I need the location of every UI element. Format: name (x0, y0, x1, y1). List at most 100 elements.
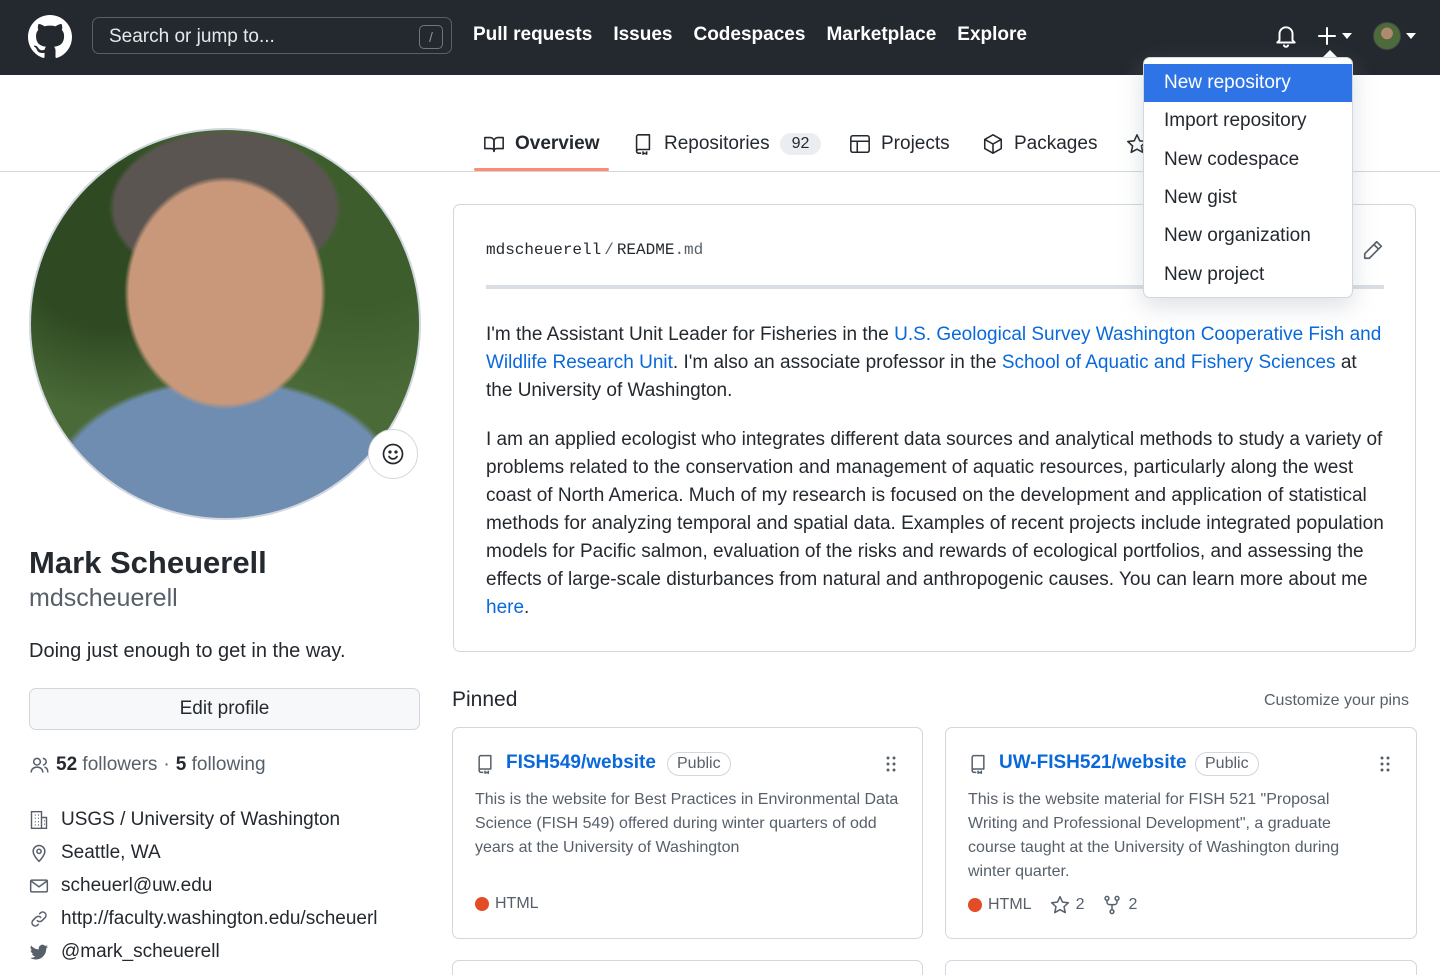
fork-icon (1104, 895, 1121, 915)
tab-repositories-label: Repositories (664, 133, 770, 154)
pinned-repo-card: FISH549/website Public This is the websi… (452, 727, 923, 939)
readme-paragraph-2: I am an applied ecologist who integrates… (486, 426, 1386, 622)
readme-text: I'm the Assistant Unit Leader for Fisher… (486, 324, 895, 345)
profile-twitter: @mark_scheuerell (29, 941, 220, 963)
language-label: HTML (495, 895, 539, 912)
pinned-repo-card-partial (452, 960, 923, 975)
nav-marketplace[interactable]: Marketplace (826, 24, 936, 46)
nav-codespaces[interactable]: Codespaces (693, 24, 805, 46)
menu-item-new-codespace[interactable]: New codespace (1144, 141, 1352, 179)
menu-item-new-gist[interactable]: New gist (1144, 179, 1352, 217)
menu-item-new-project[interactable]: New project (1144, 256, 1352, 294)
tab-overview[interactable]: Overview (483, 127, 600, 161)
tab-repositories[interactable]: Repositories 92 (632, 127, 822, 161)
pinned-repo-meta: HTML 2 2 (968, 895, 1137, 915)
people-icon (30, 757, 49, 773)
pinned-repo-link[interactable]: UW-FISH521/website (999, 752, 1187, 774)
pinned-repo-description: This is the website for Best Practices i… (475, 791, 899, 856)
customize-pins-link[interactable]: Customize your pins (1264, 692, 1409, 710)
readme-owner-link[interactable]: mdscheuerell (486, 241, 601, 259)
organization-text: USGS / University of Washington (61, 809, 341, 830)
tab-overview-label: Overview (515, 133, 600, 154)
following-link[interactable]: 5 following (176, 754, 266, 776)
repo-icon (971, 754, 985, 774)
visibility-badge: Public (667, 752, 731, 776)
location-icon (32, 844, 46, 863)
nav-explore[interactable]: Explore (957, 24, 1027, 46)
link-icon (31, 911, 47, 927)
plus-icon[interactable] (1316, 24, 1338, 48)
github-logo-icon[interactable] (28, 15, 72, 59)
follow-separator: · (163, 754, 170, 775)
pinned-repo-link[interactable]: FISH549/website (506, 752, 656, 774)
menu-item-import-repository[interactable]: Import repository (1144, 102, 1352, 140)
bell-icon[interactable] (1273, 23, 1299, 49)
organization-icon (30, 810, 48, 830)
stargazers-link[interactable]: 2 (1050, 895, 1085, 915)
email-link[interactable]: scheuerl@uw.edu (61, 875, 212, 897)
pinned-repo-card-partial (945, 960, 1417, 975)
readme-text: . I'm also an associate professor in the (672, 352, 1002, 373)
profile-website: http://faculty.washington.edu/scheuerl (29, 908, 378, 930)
search-placeholder: Search or jump to... (109, 26, 275, 47)
followers-label: followers (82, 754, 158, 775)
twitter-link[interactable]: @mark_scheuerell (61, 941, 220, 963)
nav-pull-requests[interactable]: Pull requests (473, 24, 592, 46)
stars-count: 2 (1075, 896, 1085, 913)
visibility-badge: Public (1195, 752, 1259, 776)
readme-text: . (524, 597, 530, 618)
followers-link[interactable]: 52 followers (56, 754, 157, 776)
pinned-heading: Pinned (452, 688, 518, 711)
website-link[interactable]: http://faculty.washington.edu/scheuerl (61, 908, 378, 930)
profile-location: Seattle, WA (29, 842, 161, 864)
follow-stats: 52 followers · 5 following (29, 754, 266, 776)
grabber-icon[interactable] (1378, 755, 1392, 773)
pinned-repo-description: This is the website material for FISH 52… (968, 791, 1340, 880)
top-nav: Pull requests Issues Codespaces Marketpl… (473, 24, 1027, 46)
repositories-count-badge: 92 (779, 133, 822, 155)
tab-selected-underline (474, 168, 609, 171)
learn-more-link[interactable]: here (486, 597, 524, 618)
tab-projects[interactable]: Projects (849, 127, 950, 161)
profile-bio: Doing just enough to get in the way. (29, 640, 346, 662)
grabber-icon[interactable] (884, 755, 898, 773)
readme-text: I am an applied ecologist who integrates… (486, 429, 1384, 590)
mail-icon (29, 879, 49, 893)
star-icon (1050, 895, 1069, 914)
nav-issues[interactable]: Issues (613, 24, 672, 46)
profile-login: mdscheuerell (29, 584, 178, 612)
safs-link[interactable]: School of Aquatic and Fishery Sciences (1002, 352, 1336, 373)
smiley-icon (382, 443, 404, 465)
search-shortcut-key: / (419, 25, 443, 49)
readme-paragraph-1: I'm the Assistant Unit Leader for Fisher… (486, 321, 1386, 405)
pinned-repo-card: UW-FISH521/website Public This is the we… (945, 727, 1417, 939)
readme-path: mdscheuerell / README.md (486, 241, 703, 259)
profile-avatar[interactable] (29, 128, 421, 520)
pencil-icon[interactable] (1362, 239, 1384, 261)
tab-packages-label: Packages (1014, 133, 1098, 154)
package-icon (983, 134, 1003, 154)
repo-icon (635, 134, 651, 155)
menu-item-new-organization[interactable]: New organization (1144, 217, 1352, 255)
table-icon (850, 134, 870, 154)
tab-packages[interactable]: Packages (982, 127, 1097, 161)
set-status-button[interactable] (368, 429, 418, 479)
language-label: HTML (988, 896, 1032, 913)
readme-path-separator: / (604, 241, 614, 259)
avatar[interactable] (1373, 22, 1401, 50)
readme-file-ext: .md (674, 241, 704, 259)
forks-link[interactable]: 2 (1102, 895, 1137, 915)
language-color-dot (968, 898, 982, 912)
book-icon (484, 136, 504, 153)
pinned-repo-meta: HTML (475, 895, 539, 913)
chevron-down-icon[interactable] (1341, 32, 1353, 40)
menu-item-new-repository[interactable]: New repository (1144, 64, 1352, 102)
search-input[interactable]: Search or jump to... / (92, 17, 452, 54)
profile-name: Mark Scheuerell (29, 545, 267, 580)
following-label: following (191, 754, 266, 775)
chevron-down-icon[interactable] (1405, 32, 1417, 40)
profile-email: scheuerl@uw.edu (29, 875, 212, 897)
repo-icon (478, 754, 492, 774)
tab-projects-label: Projects (881, 133, 950, 154)
edit-profile-button[interactable]: Edit profile (29, 688, 420, 730)
